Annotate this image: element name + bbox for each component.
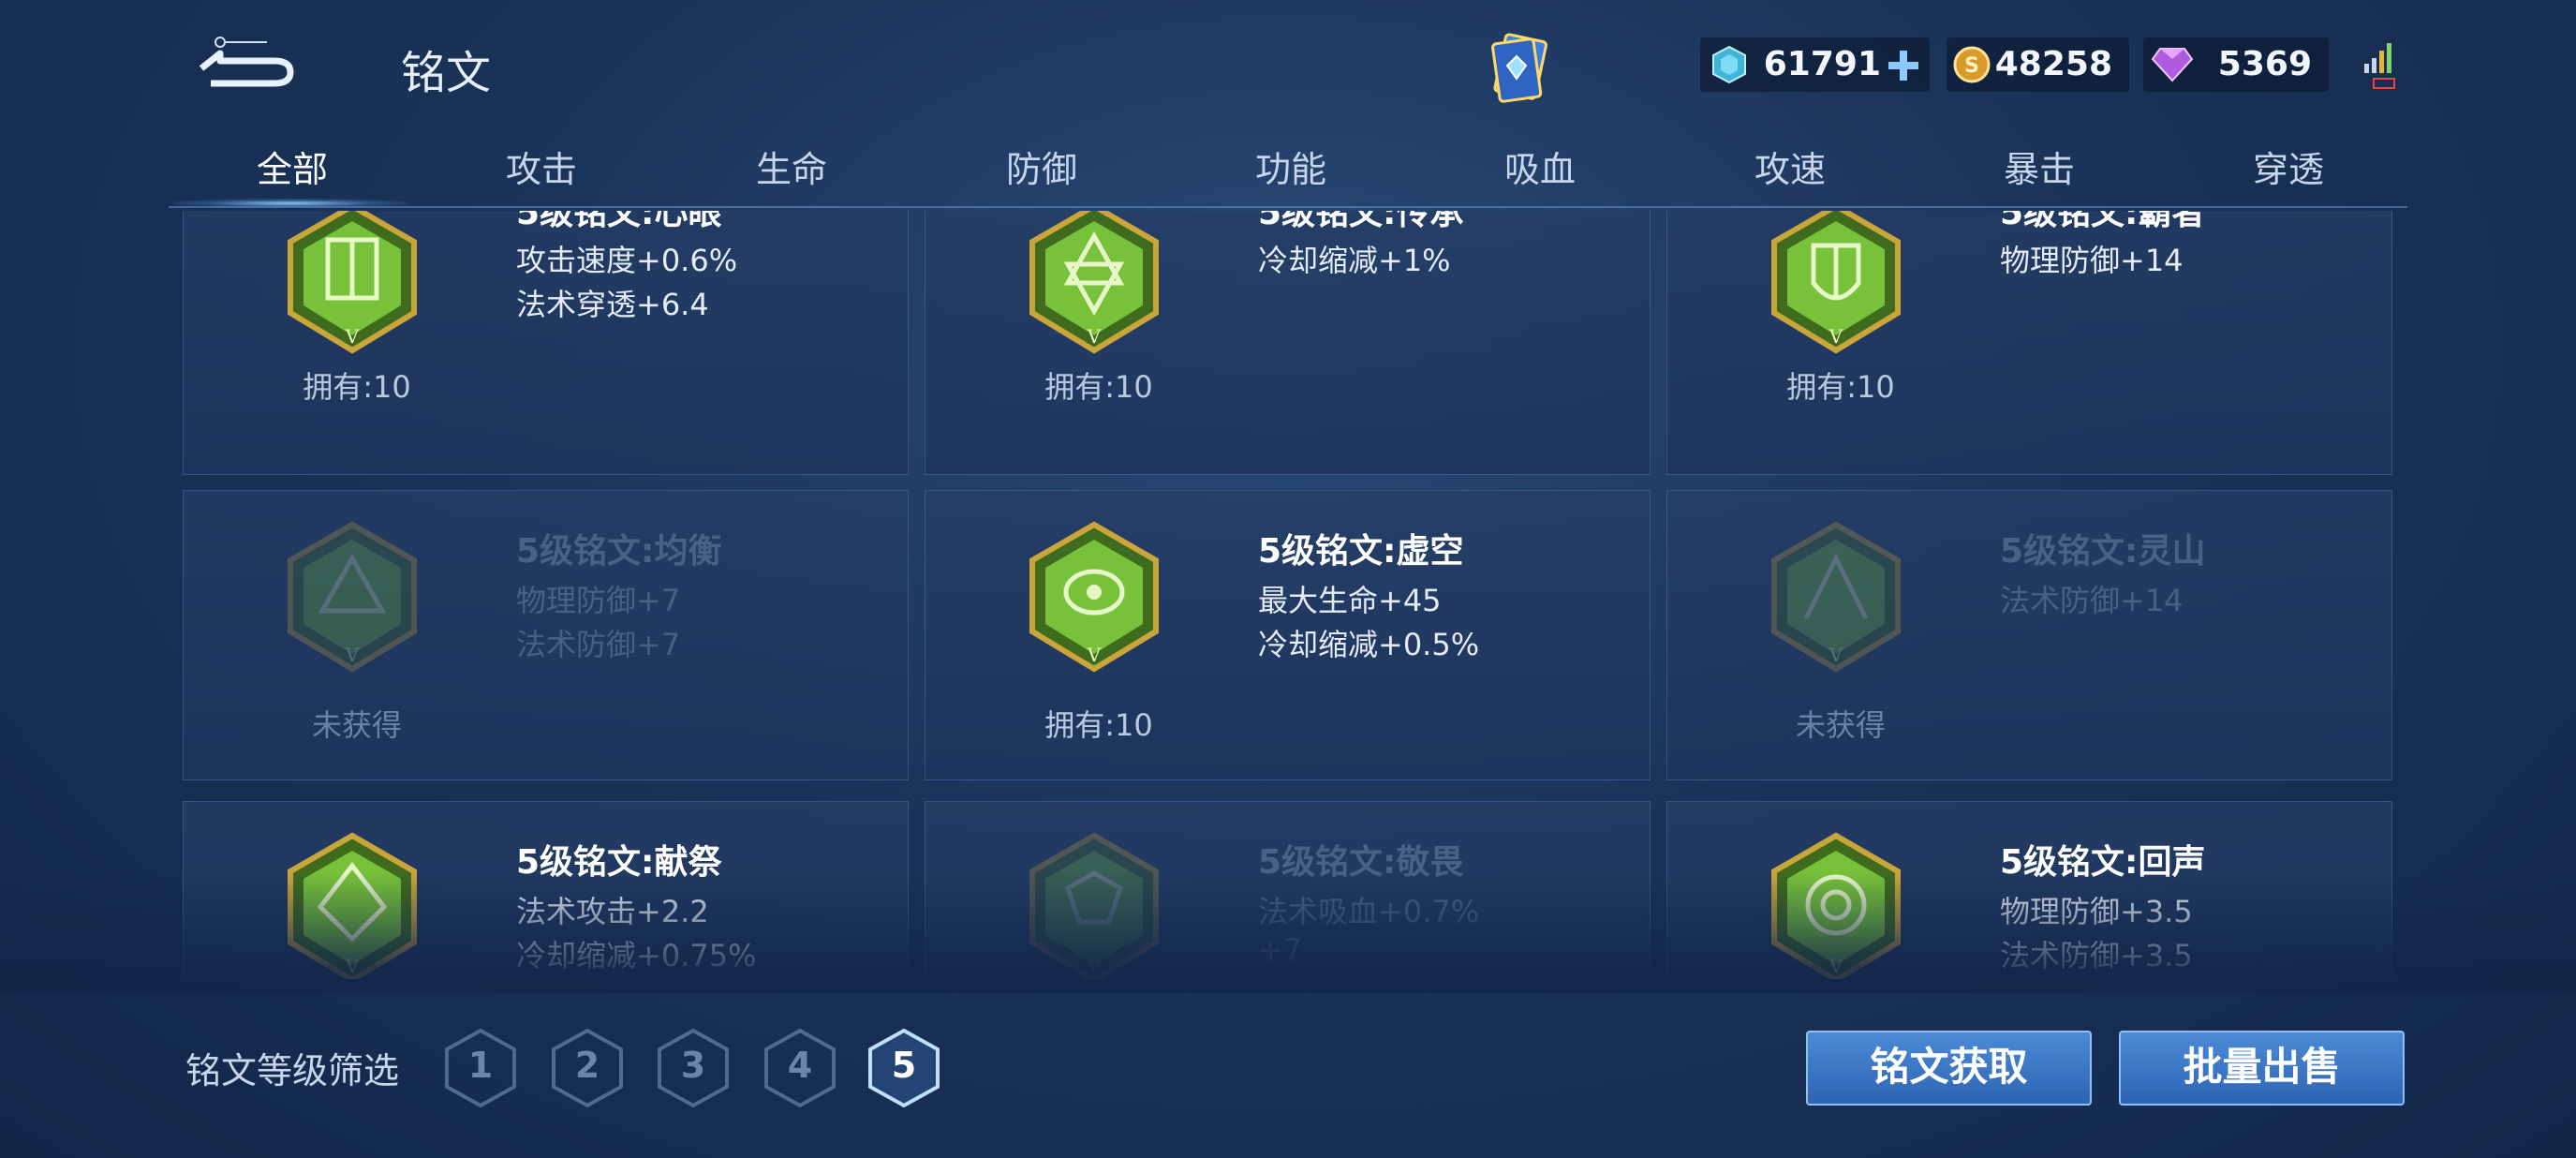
inscription-stat: 法术防御+14 (2000, 583, 2184, 618)
level-number: 5 (891, 1045, 917, 1086)
tab-attack[interactable]: 攻击 (506, 141, 577, 192)
inscription-card[interactable]: V 5级铭文:回声 物理防御+3.5 法术防御+3.5 (1666, 801, 2392, 979)
tab-defense[interactable]: 防御 (1006, 141, 1077, 192)
inscription-badge-icon: V (288, 832, 417, 979)
inscription-stat: 攻击速度+0.6% (516, 243, 738, 278)
svg-text:V: V (1087, 644, 1102, 666)
diamond-value: 5369 (2217, 45, 2312, 83)
tab-all[interactable]: 全部 (257, 141, 328, 192)
inscription-card[interactable]: V 5级铭文:虚空 最大生命+45 冷却缩减+0.5% 拥有:10 (925, 490, 1651, 780)
level-filter-1[interactable]: 1 (443, 1028, 518, 1108)
owned-status: 未获得 (311, 707, 402, 743)
signal-icon (2364, 43, 2395, 89)
level-number: 1 (467, 1045, 494, 1086)
inscription-name: 5级铭文:献祭 (516, 843, 722, 882)
svg-text:V: V (345, 325, 360, 348)
level-filter-5[interactable]: 5 (866, 1028, 941, 1108)
tab-underline (169, 206, 2407, 208)
back-button[interactable] (192, 33, 304, 89)
inscription-card[interactable]: V 5级铭文:灵山 法术防御+14 未获得 (1666, 490, 2392, 780)
level-number: 2 (574, 1045, 600, 1086)
inscription-name: 5级铭文:虚空 (1258, 532, 1464, 571)
inscription-cards-icon[interactable] (1483, 30, 1558, 110)
inscription-card[interactable]: V 5级铭文:心眼 攻击速度+0.6% 法术穿透+6.4 拥有:10 (183, 211, 909, 475)
svg-text:V: V (345, 644, 360, 666)
plus-icon[interactable] (1887, 49, 1920, 82)
get-inscription-button[interactable]: 铭文获取 (1806, 1031, 2092, 1106)
inscription-badge-icon: V (1029, 832, 1159, 979)
category-tabs: 全部 攻击 生命 防御 功能 吸血 攻速 暴击 穿透 (169, 141, 2407, 206)
diamond-counter: 5369 (2143, 37, 2329, 92)
tab-health[interactable]: 生命 (756, 141, 827, 192)
owned-count: 拥有:10 (1044, 707, 1153, 743)
level-filter-label: 铭文等级筛选 (185, 1050, 400, 1091)
inscription-badge-icon: V (1771, 521, 1901, 673)
svg-text:S: S (1964, 54, 1979, 78)
inscription-stat: 法术防御+3.5 (2000, 938, 2193, 973)
bulk-sell-button[interactable]: 批量出售 (2119, 1031, 2405, 1106)
inscription-stat: 最大生命+45 (1258, 583, 1442, 618)
page-title: 铭文 (401, 47, 492, 99)
inscription-badge-icon: V (288, 211, 417, 354)
gem-coupon-counter[interactable]: 61791 (1700, 37, 1930, 92)
inscription-badge-icon: V (1771, 832, 1901, 979)
inscription-stat: 法术吸血+0.7% (1258, 894, 1480, 929)
inscription-card[interactable]: V 5级铭文:均衡 物理防御+7 法术防御+7 未获得 (183, 490, 909, 780)
inscription-stat: +7 (1258, 932, 1303, 968)
owned-count: 拥有:10 (1786, 369, 1895, 405)
inscription-stat: 法术穿透+6.4 (516, 287, 709, 322)
inscription-stat: 物理防御+7 (516, 583, 681, 618)
svg-text:V: V (1828, 644, 1843, 666)
tab-lifesteal[interactable]: 吸血 (1504, 141, 1576, 192)
tab-penetration[interactable]: 穿透 (2253, 141, 2324, 192)
inscription-name: 5级铭文:敬畏 (1258, 843, 1464, 882)
gold-coin-counter: S 48258 (1947, 37, 2129, 92)
owned-count: 拥有:10 (303, 369, 411, 405)
level-number: 3 (680, 1045, 706, 1086)
inscription-stat: 物理防御+14 (2000, 243, 2184, 278)
level-filter-3[interactable]: 3 (656, 1028, 731, 1108)
tab-attack-speed[interactable]: 攻速 (1754, 141, 1826, 192)
inscription-badge-icon: V (1771, 211, 1901, 354)
inscription-name: 5级铭文:均衡 (516, 532, 722, 571)
tab-utility[interactable]: 功能 (1255, 141, 1326, 192)
inscription-name: 5级铭文:霸者 (2000, 211, 2206, 232)
owned-status: 未获得 (1795, 707, 1886, 743)
inscription-card[interactable]: V 5级铭文:霸者 物理防御+14 拥有:10 (1666, 211, 2392, 475)
inscription-stat: 冷却缩减+0.5% (1258, 627, 1480, 662)
inscription-name: 5级铭文:心眼 (516, 211, 722, 232)
svg-text:V: V (1087, 955, 1102, 977)
inscription-name: 5级铭文:灵山 (2000, 532, 2206, 571)
inscription-stat: 法术攻击+2.2 (516, 894, 709, 929)
svg-text:V: V (345, 955, 360, 977)
inscription-stat: 物理防御+3.5 (2000, 894, 2193, 929)
inscription-name: 5级铭文:传承 (1258, 211, 1464, 232)
svg-text:V: V (1087, 325, 1102, 348)
diamond-icon (2151, 48, 2194, 82)
inscription-grid: V 5级铭文:心眼 攻击速度+0.6% 法术穿透+6.4 拥有:10 V 5级铭… (183, 211, 2403, 979)
level-filter-4[interactable]: 4 (762, 1028, 837, 1108)
inscription-card[interactable]: V 5级铭文:敬畏 法术吸血+0.7% +7 (925, 801, 1651, 979)
inscription-stat: 法术防御+7 (516, 627, 681, 662)
gem-coupon-value: 61791 (1763, 45, 1881, 83)
tab-critical[interactable]: 暴击 (2004, 141, 2075, 192)
inscription-name: 5级铭文:回声 (2000, 843, 2206, 882)
gold-coin-value: 48258 (1994, 45, 2112, 83)
owned-count: 拥有:10 (1044, 369, 1153, 405)
level-number: 4 (787, 1045, 813, 1086)
svg-text:V: V (1828, 955, 1843, 977)
inscription-badge-icon: V (288, 521, 417, 673)
inscription-badge-icon: V (1029, 211, 1159, 354)
inscription-stat: 冷却缩减+1% (1258, 243, 1451, 278)
active-tab-indicator (173, 199, 407, 208)
inscription-card[interactable]: V 5级铭文:献祭 法术攻击+2.2 冷却缩减+0.75% (183, 801, 909, 979)
inscription-badge-icon: V (1029, 521, 1159, 673)
gold-coin-icon: S (1953, 46, 1991, 83)
inscription-card[interactable]: V 5级铭文:传承 冷却缩减+1% 拥有:10 (925, 211, 1651, 475)
svg-text:V: V (1828, 325, 1843, 348)
inscription-stat: 冷却缩减+0.75% (516, 938, 757, 973)
level-filter-2[interactable]: 2 (550, 1028, 625, 1108)
gem-coupon-icon (1712, 45, 1746, 84)
